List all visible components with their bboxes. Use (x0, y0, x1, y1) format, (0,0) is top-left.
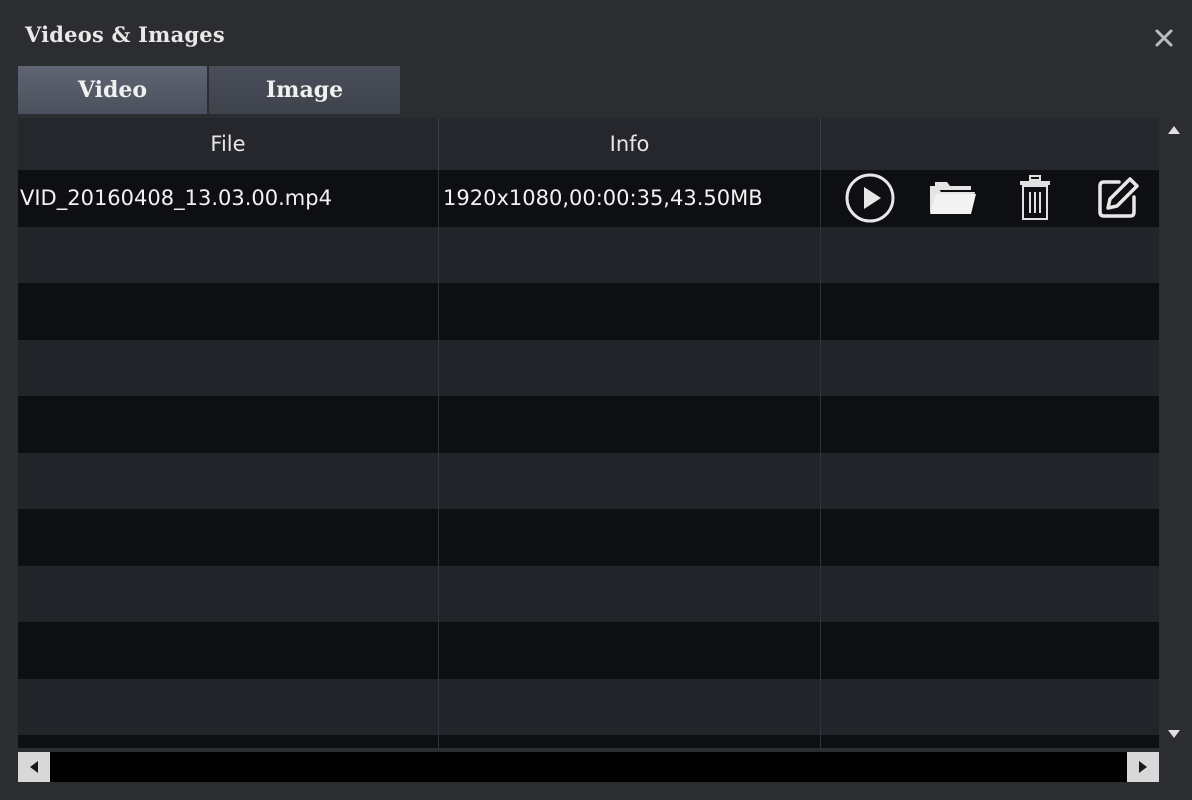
play-icon (845, 173, 895, 223)
row-actions (821, 679, 1159, 736)
close-button[interactable] (1152, 26, 1176, 50)
table-row[interactable] (18, 678, 1159, 736)
file-info-cell (439, 339, 821, 396)
tab-image[interactable]: Image (209, 66, 400, 114)
table-row[interactable] (18, 226, 1159, 284)
file-info-cell (439, 678, 821, 735)
file-info-cell (439, 565, 821, 622)
play-button[interactable] (829, 173, 912, 223)
vertical-scrollbar[interactable] (1159, 118, 1189, 748)
arrow-up-icon (1168, 126, 1180, 134)
table-row[interactable] (18, 339, 1159, 397)
table-row[interactable] (18, 452, 1159, 510)
table-row[interactable] (18, 396, 1159, 453)
file-name-cell (18, 509, 439, 566)
table-header: File Info (18, 118, 1159, 170)
column-header-actions (821, 118, 1159, 170)
open-folder-button[interactable] (912, 173, 995, 223)
file-name-cell (18, 622, 439, 679)
dialog-title: Videos & Images (25, 22, 225, 47)
trash-icon (1020, 175, 1051, 221)
title-bar: Videos & Images (0, 0, 1192, 66)
row-actions (821, 735, 1159, 748)
file-info-cell (439, 509, 821, 566)
scroll-up-button[interactable] (1166, 122, 1182, 138)
file-info-cell (439, 452, 821, 509)
file-info-cell: 1920x1080,00:00:35,43.50MB (439, 170, 821, 227)
column-header-info[interactable]: Info (439, 118, 821, 170)
file-name-cell (18, 452, 439, 509)
scroll-right-button[interactable] (1127, 752, 1159, 782)
arrow-right-icon (1139, 761, 1147, 773)
table-row[interactable]: VID_20160408_13.03.00.mp4 1920x1080,00:0… (18, 170, 1159, 227)
row-actions (821, 340, 1159, 397)
row-actions (821, 453, 1159, 510)
scroll-left-button[interactable] (18, 752, 50, 782)
close-icon (1155, 29, 1173, 47)
file-info-cell (439, 226, 821, 283)
edit-button[interactable] (1077, 173, 1160, 223)
horizontal-scrollbar[interactable] (18, 752, 1159, 782)
scroll-down-button[interactable] (1166, 726, 1182, 742)
file-info-cell (439, 735, 821, 748)
table-row[interactable] (18, 735, 1159, 748)
table-row[interactable] (18, 509, 1159, 566)
row-actions (821, 227, 1159, 284)
file-name-cell (18, 396, 439, 453)
row-actions (821, 396, 1159, 453)
file-name-cell (18, 735, 439, 748)
table-row[interactable] (18, 283, 1159, 340)
file-name-cell (18, 678, 439, 735)
tab-video[interactable]: Video (18, 66, 207, 114)
arrow-left-icon (30, 761, 38, 773)
table-row[interactable] (18, 565, 1159, 623)
row-actions (821, 170, 1159, 227)
row-actions (821, 509, 1159, 566)
tab-bar: Video Image (18, 66, 400, 114)
file-name-cell (18, 226, 439, 283)
file-info-cell (439, 396, 821, 453)
edit-icon (1098, 177, 1139, 218)
file-name-cell (18, 339, 439, 396)
file-table: File Info VID_20160408_13.03.00.mp4 1920… (18, 118, 1159, 748)
arrow-down-icon (1168, 730, 1180, 738)
column-header-file[interactable]: File (18, 118, 439, 170)
file-info-cell (439, 283, 821, 340)
videos-images-dialog: Videos & Images Video Image File Info VI… (0, 0, 1192, 800)
table-body: VID_20160408_13.03.00.mp4 1920x1080,00:0… (18, 170, 1159, 748)
folder-icon (929, 182, 976, 215)
file-name-cell[interactable]: VID_20160408_13.03.00.mp4 (18, 170, 439, 227)
file-name-cell (18, 565, 439, 622)
file-info-cell (439, 622, 821, 679)
delete-button[interactable] (994, 173, 1077, 223)
table-row[interactable] (18, 622, 1159, 679)
row-actions (821, 283, 1159, 340)
row-actions (821, 622, 1159, 679)
file-name-cell (18, 283, 439, 340)
row-actions (821, 566, 1159, 623)
